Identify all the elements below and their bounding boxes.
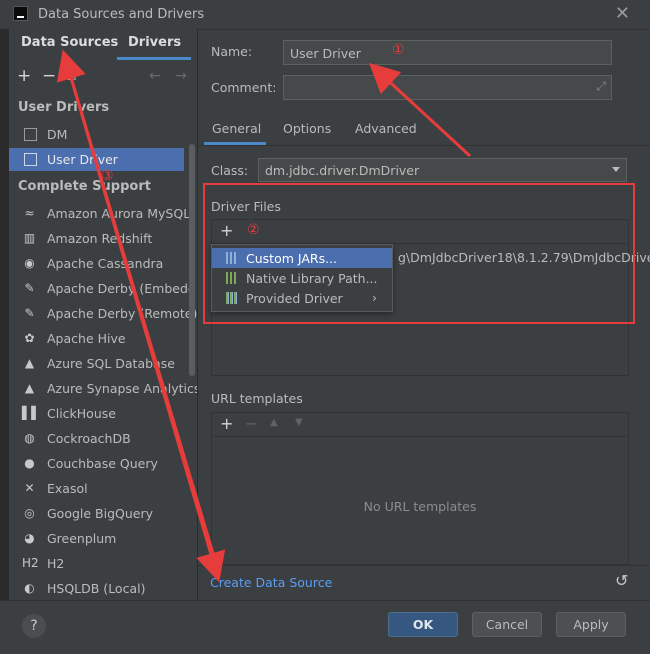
dialog-window: Data Sources and Drivers ✕ Data Sources … [0,0,650,654]
annotation-arrow-1 [368,62,472,158]
annotation-arrow-3-down [65,63,226,583]
annotation-arrows [56,49,472,583]
